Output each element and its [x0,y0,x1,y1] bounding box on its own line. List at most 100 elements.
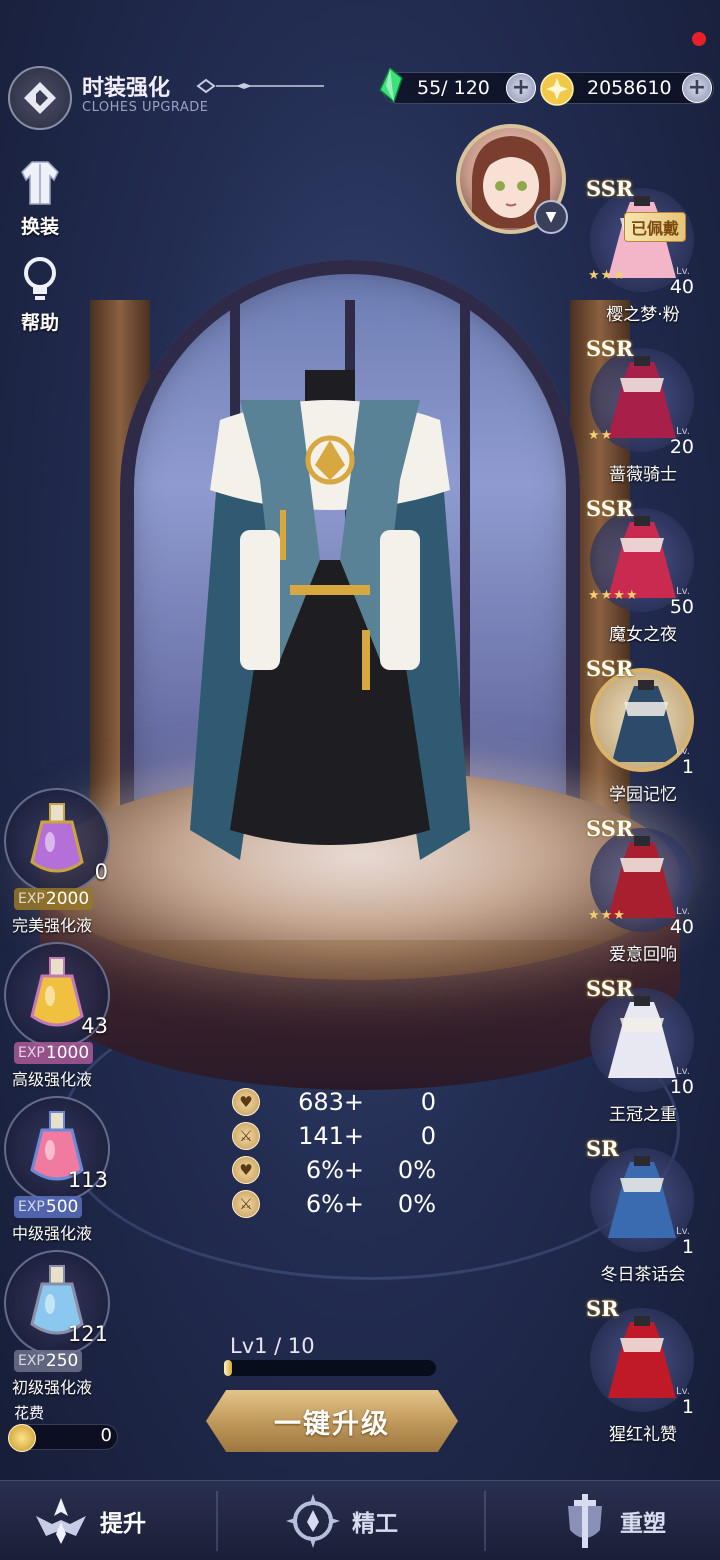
outfit-level: 20 [669,436,694,458]
outfit-level: 1 [681,1396,694,1418]
star-rating: ★★ [588,428,614,443]
outfit-name: 冬日茶话会 [600,1265,686,1285]
one-click-upgrade-button[interactable]: 一键升级 [206,1390,458,1452]
equipped-badge: 已佩戴 [624,212,687,242]
add-gold-button[interactable]: + [682,73,712,103]
craft-emblem-icon [286,1494,340,1548]
rarity-badge: SSR [586,816,634,841]
outfit-name: 爱意回响 [609,945,677,965]
outfit-item[interactable]: SSR ★★★★ Lv. 50 魔女之夜 [584,496,714,646]
upgrade-emblem-icon [36,1498,86,1544]
help-button[interactable]: 帮助 [14,256,66,335]
back-button[interactable] [8,66,72,130]
material-count: 113 [67,1168,108,1192]
star-rating: ★★★★ [588,588,639,603]
back-diamond-icon [24,82,56,114]
outfit-item[interactable]: SSR 已佩戴 ★★★ Lv. 40 樱之梦·粉 [584,176,714,326]
level-progress-bar [224,1360,436,1376]
tab-upgrade[interactable]: 提升 [32,1481,146,1560]
stat-row: ♥ 6%+ 0% [232,1154,452,1186]
rarity-badge: SSR [586,336,634,361]
outfit-item[interactable]: SSR ★★ Lv. 20 蔷薇骑士 [584,336,714,486]
material-exp-badge: EXP 1000 [14,1042,94,1064]
outfit-name: 蔷薇骑士 [609,465,677,485]
outfit-display [190,370,470,860]
avatar-dropdown-button[interactable]: ▼ [534,200,568,234]
gold-coin-icon [540,72,574,106]
outfit-level: 1 [681,756,694,778]
outfit-icon [21,161,59,205]
material-item[interactable]: 121 EXP 250 初级强化液 [4,1250,114,1400]
rarity-badge: SR [586,1296,619,1321]
outfit-item[interactable]: SR Lv. 1 冬日茶话会 [584,1136,714,1286]
stat-bonus: 0% [397,1156,436,1184]
star-rating: ★★★ [588,268,626,283]
rarity-badge: SSR [586,656,634,681]
stat-row: ⚔ 6%+ 0% [232,1188,452,1220]
sword-icon: ⚔ [232,1122,260,1150]
reshape-emblem-icon [568,1494,602,1548]
tab-reshape[interactable]: 重塑 [560,1481,666,1560]
page-subtitle: CLOHES UPGRADE [82,100,209,115]
change-outfit-label: 换装 [20,216,59,238]
material-item[interactable]: 113 EXP 500 中级强化液 [4,1096,114,1246]
nav-divider [216,1491,218,1551]
outfit-level: 50 [669,596,694,618]
heart-plus-icon: ♥ [232,1156,260,1184]
stat-value: 683+ [298,1088,364,1116]
chevron-down-icon: ▼ [545,209,557,225]
exp-label: EXP [18,1045,45,1061]
bottom-nav: 提升 精工 重塑 [0,1480,720,1560]
rarity-badge: SSR [586,176,634,201]
material-item[interactable]: 0 EXP 2000 完美强化液 [4,788,114,938]
level-label: Lv1 / 10 [230,1334,315,1358]
energy-crystal-icon [379,68,403,104]
star-rating: ★★★ [588,908,626,923]
outfit-item[interactable]: SR Lv. 1 猩红礼赞 [584,1296,714,1446]
material-count: 0 [94,860,108,884]
material-count: 43 [81,1014,108,1038]
energy-value: 55/ 120 [417,77,490,99]
outfit-level: 1 [681,1236,694,1258]
material-name: 完美强化液 [12,916,93,935]
tab-craft[interactable]: 精工 [284,1481,398,1560]
page-title: 时装强化 [82,76,171,101]
cost-coin-icon [8,1424,36,1452]
material-exp-badge: EXP 500 [14,1196,83,1218]
outfit-item[interactable]: SSR Lv. 10 王冠之重 [584,976,714,1126]
material-item[interactable]: 43 EXP 1000 高级强化液 [4,942,114,1092]
material-name: 高级强化液 [12,1070,93,1089]
exp-label: EXP [18,1199,45,1215]
help-label: 帮助 [20,312,59,334]
nav-divider [484,1491,486,1551]
outfit-name: 学园记忆 [609,785,677,805]
tab-craft-label: 精工 [352,1511,398,1537]
exp-label: EXP [18,1353,45,1369]
lightbulb-icon [24,257,56,300]
stat-row: ⚔ 141+ 0 [232,1120,452,1152]
rarity-badge: SR [586,1136,619,1161]
gold-value: 2058610 [587,77,672,99]
outfit-level: 40 [669,916,694,938]
heart-icon: ♥ [232,1088,260,1116]
outfit-name: 魔女之夜 [609,625,677,645]
outfit-level: 10 [669,1076,694,1098]
outfit-level: 40 [669,276,694,298]
outfit-name: 猩红礼赞 [609,1425,677,1445]
exp-label: EXP [18,891,45,907]
title-ornament-icon [196,78,324,94]
change-outfit-button[interactable]: 换装 [14,160,66,239]
exp-value: 250 [45,1351,79,1371]
stat-value: 141+ [298,1122,364,1150]
tab-upgrade-label: 提升 [100,1511,146,1537]
potion-bottle-icon [30,803,84,873]
outfit-item[interactable]: SSR ★★★ Lv. 40 爱意回响 [584,816,714,966]
tab-reshape-label: 重塑 [620,1511,666,1537]
cost-label: 花费 [14,1404,45,1422]
material-name: 初级强化液 [12,1378,93,1397]
outfit-item[interactable]: SSR Lv. 1 学园记忆 [584,656,714,806]
material-name: 中级强化液 [12,1224,93,1243]
add-energy-button[interactable]: + [506,73,536,103]
material-exp-badge: EXP 2000 [14,888,94,910]
rarity-badge: SSR [586,976,634,1001]
